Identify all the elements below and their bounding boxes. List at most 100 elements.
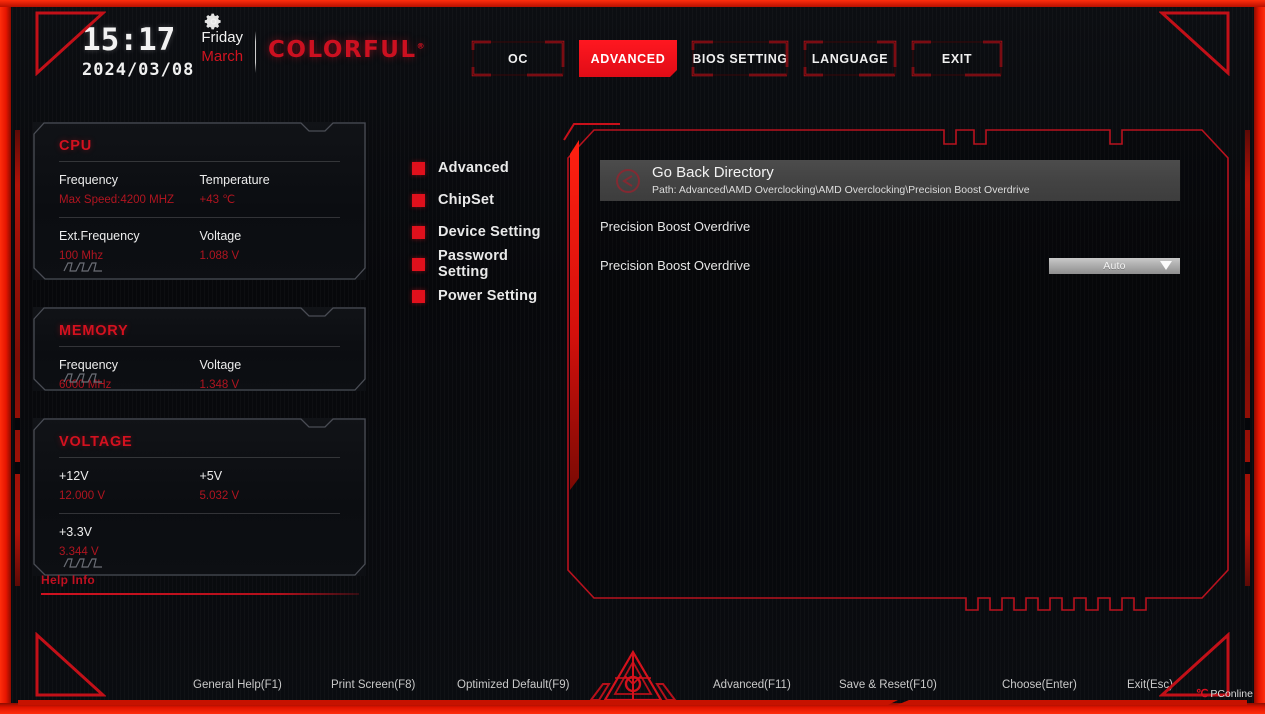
panel-rule [59,217,340,219]
frame-right-edge [1254,0,1265,714]
tab-oc[interactable]: OC [471,40,565,77]
panel-title: MEMORY [59,323,129,339]
clock-weekday: Friday [201,29,244,46]
tab-frame-icon [911,40,1003,77]
footer-item-general-help[interactable]: General Help(F1) [193,679,282,691]
panel-rule [59,457,340,458]
info-cell: Frequency Max Speed:4200 MHZ [59,171,200,210]
info-row: Frequency Max Speed:4200 MHZ Temperature… [59,171,340,210]
frame-top-edge [0,0,1265,7]
info-value: +43 ℃ [199,193,236,206]
frame-bottom-slash-left [18,700,898,705]
brand-logo: COLORFUL® [268,37,426,63]
menu-item-label: Advanced [438,160,509,176]
info-label: +12V [59,469,89,483]
footer-item-print-screen[interactable]: Print Screen(F8) [331,679,415,691]
back-arrow-circle-icon [616,168,640,193]
menu-item-label: Password Setting [438,248,509,280]
content-body: Go Back Directory Path: Advanced\AMD Ove… [600,160,1200,279]
info-value: 5.032 V [199,489,240,502]
menu-item-power-setting[interactable]: Power Setting [412,280,562,312]
bullet-square-icon [412,225,425,239]
info-value: 12.000 V [59,489,106,502]
footer-item-choose[interactable]: Choose(Enter) [1002,679,1077,691]
help-info-rule [41,593,359,595]
voltage-info-panel: VOLTAGE +12V 12.000 V +5V 5.032 V +3.3V … [33,418,366,576]
tab-label: ADVANCED [590,51,666,66]
menu-divider-accent-icon [563,123,620,141]
menu-item-chipset[interactable]: ChipSet [412,184,562,216]
pbo-dropdown[interactable]: Auto [1049,257,1180,274]
menu-item-password-setting[interactable]: Password Setting [412,248,562,280]
go-back-directory-row[interactable]: Go Back Directory Path: Advanced\AMD Ove… [600,160,1180,201]
panel-rule [59,513,340,515]
panel-title: CPU [59,138,93,154]
brand-name: COLORFUL [268,37,417,63]
info-cell: +5V 5.032 V [200,467,341,506]
footer-item-advanced[interactable]: Advanced(F11) [713,679,791,691]
frame-left-edge [0,0,11,714]
footer-item-optimized-default[interactable]: Optimized Default(F9) [457,679,569,691]
info-label: Voltage [199,358,242,372]
menu-item-advanced[interactable]: Advanced [412,152,562,184]
info-cell: Voltage 1.348 V [200,356,341,395]
clock-block: 15:17 2024/03/08 Friday March COLORFUL® [82,13,426,81]
info-label: Ext.Frequency [59,229,140,244]
watermark-text: PConline [1210,687,1253,700]
info-value: Max Speed:4200 MHZ [59,193,175,206]
info-label: +3.3V [59,525,93,540]
system-info-column: CPU Frequency Max Speed:4200 MHZ Tempera… [33,122,366,603]
tab-frame-icon [471,40,565,77]
tab-advanced[interactable]: ADVANCED [579,40,677,77]
setting-label: Precision Boost Overdrive [600,258,751,273]
header-divider [255,31,257,73]
panel-title: VOLTAGE [59,434,133,450]
panel-rule [59,161,340,162]
info-cell: Voltage 1.088 V [200,227,341,266]
frame-left-nub-b [15,462,20,474]
bios-screen: 15:17 2024/03/08 Friday March COLORFUL® [0,0,1265,714]
pbo-dropdown-value: Auto [1103,259,1126,272]
menu-item-device-setting[interactable]: Device Setting [412,216,562,248]
footer-item-save-reset[interactable]: Save & Reset(F10) [839,679,937,691]
info-cell: Temperature +43 ℃ [200,171,341,210]
panel-squiggle-icon [63,262,102,272]
bullet-square-icon [412,161,425,175]
info-label: Temperature [199,173,270,187]
corner-triangle-top-left-icon [35,11,106,76]
category-menu: Advanced ChipSet Device Setting Password… [412,152,562,312]
bullet-square-icon [412,193,425,207]
frame-right-nub-a [1245,418,1250,430]
info-label: +5V [199,469,223,483]
chevron-down-icon [1160,260,1172,270]
clock-month: March [201,47,244,65]
tab-bios-setting[interactable]: BIOS SETTING [691,40,789,77]
help-info-title: Help Info [41,573,96,587]
info-row: +12V 12.000 V +5V 5.032 V [59,467,340,506]
nav-tabs: OC ADVANCED BIOS SETTING LANGUAGE EXIT [471,40,1003,77]
setting-row-pbo-header[interactable]: Precision Boost Overdrive [600,213,1180,240]
panel-squiggle-icon [63,373,102,383]
info-value: 1.088 V [199,250,240,263]
tab-language[interactable]: LANGUAGE [803,40,897,77]
go-back-path: Path: Advanced\AMD Overclocking\AMD Over… [652,183,1030,196]
go-back-title: Go Back Directory [652,164,774,182]
frame-left-nub-a [15,418,20,430]
gear-icon [205,13,221,30]
bullet-square-icon [412,257,425,271]
info-label: Frequency [59,173,119,187]
frame-bottom-slash-right [897,700,1247,705]
tab-exit[interactable]: EXIT [911,40,1003,77]
menu-divider-bar [570,140,579,490]
panel-squiggle-icon [63,558,102,568]
info-cell [200,523,341,562]
setting-row-pbo[interactable]: Precision Boost Overdrive Auto [600,252,1180,279]
header: 15:17 2024/03/08 Friday March COLORFUL® [0,7,1265,95]
info-label: Voltage [199,229,242,244]
info-value: 1.348 V [199,378,240,391]
bullet-square-icon [412,289,425,303]
cpu-info-panel: CPU Frequency Max Speed:4200 MHZ Tempera… [33,122,366,280]
frame-left-inner-bar [15,130,20,586]
panel-rule [59,346,340,347]
brand-trademark: ® [416,41,427,51]
